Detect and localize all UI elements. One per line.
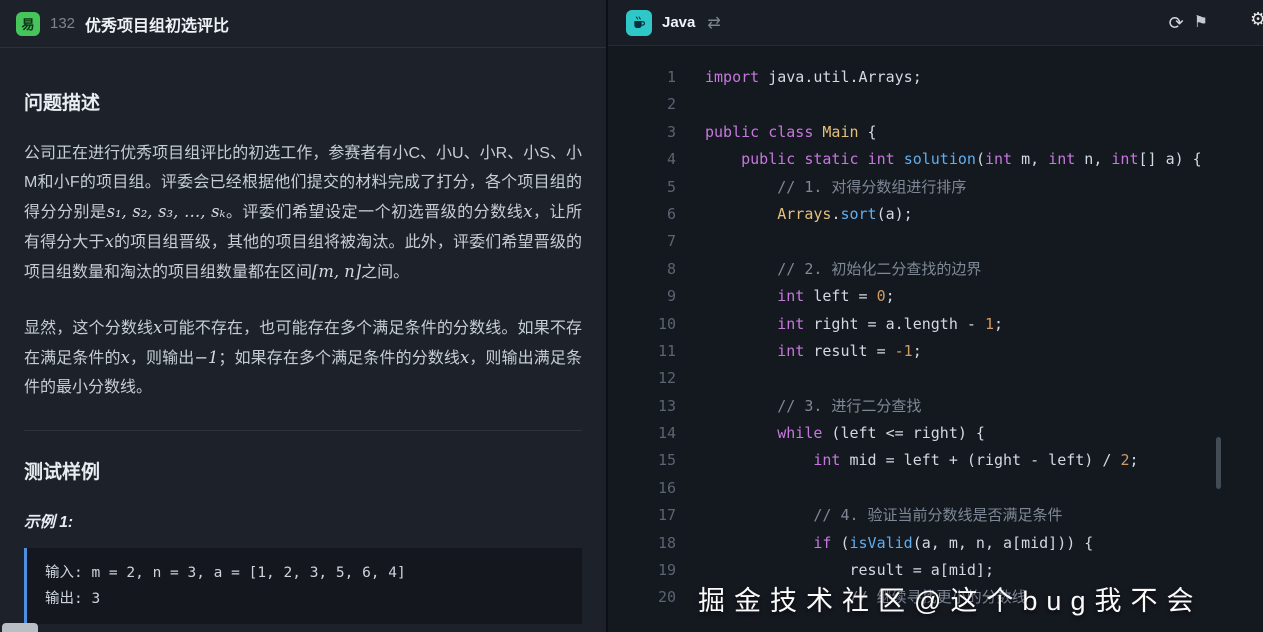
code-text bbox=[676, 228, 705, 255]
line-number: 19 bbox=[608, 557, 676, 584]
line-number: 18 bbox=[608, 530, 676, 557]
code-line[interactable]: 18 if (isValid(a, m, n, a[mid])) { bbox=[608, 530, 1263, 557]
math-expression: x bbox=[105, 232, 114, 251]
code-line[interactable]: 1import java.util.Arrays; bbox=[608, 64, 1263, 91]
code-text: Arrays.sort(a); bbox=[676, 201, 913, 228]
problem-paragraph-1: 公司正在进行优秀项目组评比的初选工作，参赛者有小C、小U、小R、小S、小M和小F… bbox=[24, 139, 582, 287]
difficulty-badge: 易 bbox=[16, 12, 40, 36]
problem-paragraph-2: 显然，这个分数线x可能不存在，也可能存在多个满足条件的分数线。如果不存在满足条件… bbox=[24, 313, 582, 402]
example-1-output: 输出: 3 bbox=[45, 586, 564, 612]
code-text: int left = 0; bbox=[676, 283, 895, 310]
line-number: 4 bbox=[608, 146, 676, 173]
code-text: public static int solution(int m, int n,… bbox=[676, 146, 1202, 173]
line-number: 11 bbox=[608, 338, 676, 365]
code-text bbox=[676, 365, 705, 392]
problem-header: 易 132 优秀项目组初选评比 bbox=[0, 0, 606, 48]
problem-panel: 易 132 优秀项目组初选评比 问题描述 公司正在进行优秀项目组评比的初选工作，… bbox=[0, 0, 608, 632]
code-line[interactable]: 10 int right = a.length - 1; bbox=[608, 311, 1263, 338]
math-expression: x bbox=[121, 348, 130, 367]
clipped-gear-icon[interactable]: ⚙ bbox=[1250, 8, 1263, 30]
code-line[interactable]: 2 bbox=[608, 91, 1263, 118]
code-text: // 2. 初始化二分查找的边界 bbox=[676, 256, 981, 283]
editor-header: Java ⇄ ⟳ ⚑ bbox=[608, 0, 1263, 46]
code-line[interactable]: 4 public static int solution(int m, int … bbox=[608, 146, 1263, 173]
code-line[interactable]: 17 // 4. 验证当前分数线是否满足条件 bbox=[608, 502, 1263, 529]
line-number: 1 bbox=[608, 64, 676, 91]
code-text bbox=[676, 91, 705, 118]
site-watermark: 掘金技术社区@这个bug我不会 bbox=[698, 579, 1202, 618]
line-number: 14 bbox=[608, 420, 676, 447]
math-expression: x bbox=[460, 348, 469, 367]
code-line[interactable]: 3public class Main { bbox=[608, 119, 1263, 146]
code-line[interactable]: 14 while (left <= right) { bbox=[608, 420, 1263, 447]
report-flag-icon[interactable]: ⚑ bbox=[1194, 15, 1208, 31]
line-number: 12 bbox=[608, 365, 676, 392]
refresh-code-icon[interactable]: ⟳ bbox=[1169, 14, 1184, 32]
code-text: int result = -1; bbox=[676, 338, 922, 365]
code-line[interactable]: 13 // 3. 进行二分查找 bbox=[608, 393, 1263, 420]
code-text: // 4. 验证当前分数线是否满足条件 bbox=[676, 502, 1063, 529]
section-heading-description: 问题描述 bbox=[24, 88, 582, 115]
coffee-cup-icon bbox=[631, 15, 647, 31]
editor-panel: Java ⇄ ⟳ ⚑ 1import java.util.Arrays;23pu… bbox=[608, 0, 1263, 632]
line-number: 15 bbox=[608, 447, 676, 474]
code-text: int mid = left + (right - left) / 2; bbox=[676, 447, 1139, 474]
line-number: 5 bbox=[608, 174, 676, 201]
line-number: 13 bbox=[608, 393, 676, 420]
code-editor[interactable]: 1import java.util.Arrays;23public class … bbox=[608, 46, 1263, 632]
problem-id: 132 bbox=[50, 15, 75, 32]
text-run: 显然，这个分数线 bbox=[24, 320, 153, 337]
code-lines: 1import java.util.Arrays;23public class … bbox=[608, 64, 1263, 612]
swap-language-icon[interactable]: ⇄ bbox=[707, 13, 720, 33]
code-text bbox=[676, 475, 705, 502]
language-selector[interactable]: Java bbox=[662, 14, 695, 31]
line-number: 16 bbox=[608, 475, 676, 502]
code-text: // 1. 对得分数组进行排序 bbox=[676, 174, 966, 201]
example-1-block: 输入: m = 2, n = 3, a = [1, 2, 3, 5, 6, 4]… bbox=[24, 548, 582, 624]
line-number: 9 bbox=[608, 283, 676, 310]
example-1-label: 示例 1: bbox=[24, 510, 582, 532]
line-number: 10 bbox=[608, 311, 676, 338]
code-line[interactable]: 15 int mid = left + (right - left) / 2; bbox=[608, 447, 1263, 474]
math-expression: x bbox=[153, 318, 162, 337]
line-number: 3 bbox=[608, 119, 676, 146]
code-line[interactable]: 16 bbox=[608, 475, 1263, 502]
code-text: public class Main { bbox=[676, 119, 877, 146]
example-1-input: 输入: m = 2, n = 3, a = [1, 2, 3, 5, 6, 4] bbox=[45, 560, 564, 586]
app-root: 易 132 优秀项目组初选评比 问题描述 公司正在进行优秀项目组评比的初选工作，… bbox=[0, 0, 1263, 632]
line-number: 7 bbox=[608, 228, 676, 255]
math-expression: [m, n] bbox=[312, 262, 361, 281]
line-number: 17 bbox=[608, 502, 676, 529]
code-line[interactable]: 6 Arrays.sort(a); bbox=[608, 201, 1263, 228]
editor-scrollbar-thumb[interactable] bbox=[1216, 437, 1221, 489]
gear-icon: ⚙ bbox=[1250, 9, 1263, 29]
code-line[interactable]: 12 bbox=[608, 365, 1263, 392]
code-text: if (isValid(a, m, n, a[mid])) { bbox=[676, 530, 1093, 557]
code-line[interactable]: 8 // 2. 初始化二分查找的边界 bbox=[608, 256, 1263, 283]
math-expression: −1 bbox=[194, 348, 218, 367]
code-text: while (left <= right) { bbox=[676, 420, 985, 447]
code-text: import java.util.Arrays; bbox=[676, 64, 922, 91]
line-number: 6 bbox=[608, 201, 676, 228]
line-number: 8 bbox=[608, 256, 676, 283]
section-heading-examples: 测试样例 bbox=[24, 457, 582, 484]
problem-title: 优秀项目组初选评比 bbox=[85, 12, 229, 36]
code-line[interactable]: 7 bbox=[608, 228, 1263, 255]
text-run: ，则输出 bbox=[130, 350, 195, 367]
clipped-corner-element bbox=[2, 623, 38, 632]
code-text: int right = a.length - 1; bbox=[676, 311, 1003, 338]
code-line[interactable]: 11 int result = -1; bbox=[608, 338, 1263, 365]
section-divider bbox=[24, 430, 582, 431]
java-language-icon[interactable] bbox=[626, 10, 652, 36]
text-run: 。评委们希望设定一个初选晋级的分数线 bbox=[225, 204, 523, 221]
problem-body: 问题描述 公司正在进行优秀项目组评比的初选工作，参赛者有小C、小U、小R、小S、… bbox=[0, 48, 606, 632]
code-line[interactable]: 9 int left = 0; bbox=[608, 283, 1263, 310]
text-run: 之间。 bbox=[361, 264, 409, 281]
math-expression: s₁, s₂, s₃, …, sₖ bbox=[107, 202, 226, 221]
line-number: 2 bbox=[608, 91, 676, 118]
code-text: // 3. 进行二分查找 bbox=[676, 393, 921, 420]
text-run: ；如果存在多个满足条件的分数线 bbox=[218, 350, 460, 367]
line-number: 20 bbox=[608, 584, 676, 611]
code-line[interactable]: 5 // 1. 对得分数组进行排序 bbox=[608, 174, 1263, 201]
